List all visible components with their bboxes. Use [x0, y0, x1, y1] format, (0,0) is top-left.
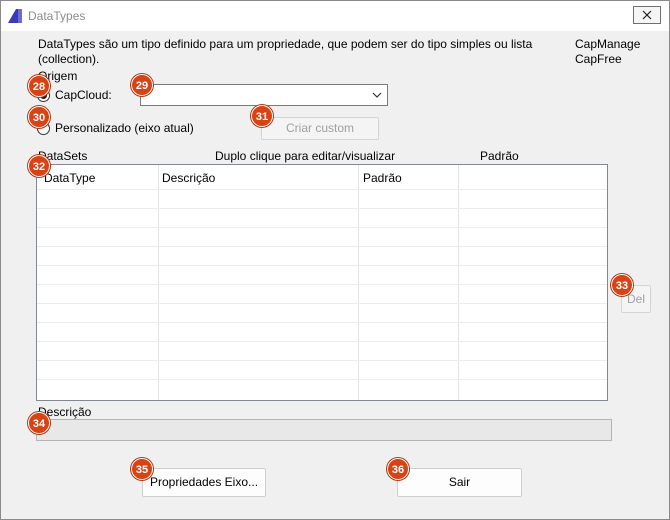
annotation-badge: 33: [611, 274, 633, 296]
annotation-badge: 34: [28, 412, 50, 434]
row-divider: [37, 265, 607, 266]
mode-capfree: CapFree: [575, 52, 622, 66]
intro-description: DataTypes são um tipo definido para um p…: [38, 37, 533, 66]
annotation-badge: 32: [28, 155, 50, 177]
app-icon: [7, 8, 23, 24]
row-divider: [37, 284, 607, 285]
column-header-datatype[interactable]: DataType: [44, 171, 95, 185]
annotation-badge: 29: [131, 74, 153, 96]
column-header-descricao[interactable]: Descrição: [162, 171, 215, 185]
capcloud-dropdown[interactable]: [140, 84, 388, 106]
create-custom-button[interactable]: Criar custom: [261, 117, 379, 140]
close-button[interactable]: [633, 6, 661, 24]
row-divider: [37, 379, 607, 380]
row-divider: [37, 360, 607, 361]
datatypes-window: DataTypes DataTypes são um tipo definido…: [0, 0, 670, 520]
row-divider: [37, 189, 607, 190]
custom-label: Personalizado (eixo atual): [55, 121, 194, 135]
column-divider: [458, 165, 459, 400]
row-divider: [37, 208, 607, 209]
mode-capmanage: CapManage: [575, 37, 641, 51]
row-divider: [37, 227, 607, 228]
capcloud-label: CapCloud:: [55, 88, 112, 102]
properties-axis-button[interactable]: Propriedades Eixo...: [142, 468, 266, 497]
grid-header: DataType Descrição Padrão: [37, 165, 607, 189]
row-divider: [37, 341, 607, 342]
annotation-badge: 28: [28, 75, 50, 97]
chevron-down-icon: [372, 92, 382, 98]
title-bar: DataTypes: [1, 1, 669, 31]
row-divider: [37, 303, 607, 304]
window-title: DataTypes: [28, 9, 86, 23]
default-label: Padrão: [480, 149, 519, 163]
close-icon: [642, 10, 652, 20]
grid-hint: Duplo clique para editar/visualizar: [215, 149, 396, 163]
row-divider: [37, 322, 607, 323]
annotation-badge: 36: [387, 458, 409, 480]
annotation-badge: 31: [251, 105, 273, 127]
column-divider: [158, 165, 159, 400]
column-header-padrao[interactable]: Padrão: [363, 171, 402, 185]
row-divider: [37, 246, 607, 247]
annotation-badge: 35: [131, 458, 153, 480]
datatypes-grid[interactable]: DataType Descrição Padrão: [36, 164, 608, 401]
description-field[interactable]: [36, 419, 612, 441]
column-divider: [358, 165, 359, 400]
exit-button[interactable]: Sair: [397, 468, 522, 497]
annotation-badge: 30: [28, 106, 50, 128]
